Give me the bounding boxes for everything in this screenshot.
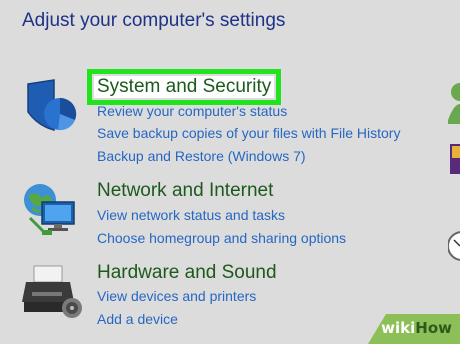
category-title-hardware-sound[interactable]: Hardware and Sound [97,262,277,284]
appearance-icon[interactable] [448,140,460,180]
link-add-device[interactable]: Add a device [97,311,178,327]
link-review-status[interactable]: Review your computer's status [97,103,287,119]
link-backup-restore[interactable]: Backup and Restore (Windows 7) [97,148,306,164]
page-title: Adjust your computer's settings [22,10,286,31]
category-title-network-internet[interactable]: Network and Internet [97,180,273,202]
link-network-status[interactable]: View network status and tasks [97,207,285,223]
watermark-logo: wikiHow [381,319,452,337]
link-homegroup-sharing[interactable]: Choose homegroup and sharing options [97,230,346,246]
user-accounts-icon[interactable] [448,80,460,124]
link-file-history[interactable]: Save backup copies of your files with Fi… [97,125,400,141]
network-icon[interactable] [20,178,84,242]
printer-icon[interactable] [20,262,84,326]
clock-icon[interactable] [447,226,460,266]
shield-icon[interactable] [20,78,84,142]
category-title-system-security[interactable]: System and Security [86,69,282,105]
link-devices-printers[interactable]: View devices and printers [97,288,256,304]
